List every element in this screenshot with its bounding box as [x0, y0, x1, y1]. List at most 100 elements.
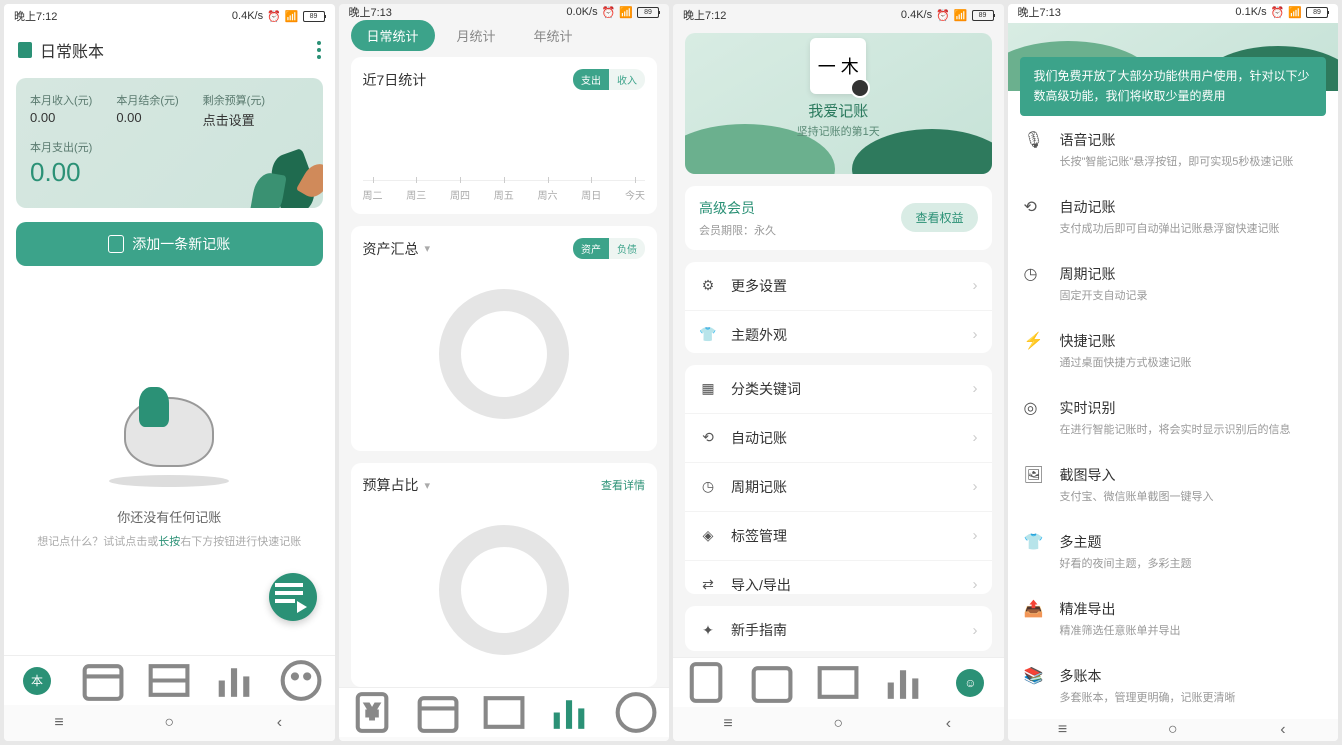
transfer-icon: ⇄ — [699, 576, 717, 594]
tab-profile[interactable] — [268, 656, 334, 705]
book-icon — [18, 42, 32, 58]
nav-recent[interactable]: ≡ — [44, 714, 74, 732]
status-time: 晚上7:13 — [349, 4, 392, 20]
tab-assets[interactable] — [471, 688, 537, 737]
menu-group-1: ⚙更多设置› 👕主题外观› — [685, 262, 992, 353]
menu-tags[interactable]: ◈标签管理› — [685, 512, 992, 561]
view-detail-link[interactable]: 查看详情 — [601, 477, 645, 493]
tab-ledger[interactable]: ¥ — [339, 688, 405, 737]
tab-calendar[interactable] — [70, 656, 136, 705]
menu-import-export[interactable]: ⇄导入/导出› — [685, 561, 992, 594]
net-speed: 0.4K/s — [232, 10, 263, 22]
tab-calendar[interactable] — [739, 658, 805, 707]
tab-year-stats[interactable]: 年统计 — [518, 20, 589, 51]
add-record-button[interactable]: 添加一条新记账 — [16, 222, 323, 266]
menu-theme[interactable]: 👕主题外观› — [685, 311, 992, 353]
export-icon: 📤 — [1024, 599, 1046, 621]
battery-icon: 89 — [303, 11, 325, 22]
topbar: 日常账本 — [4, 28, 335, 72]
tab-daily-stats[interactable]: 日常统计 — [351, 20, 435, 51]
nav-home[interactable]: ○ — [154, 714, 184, 732]
tab-ledger[interactable]: 本 — [4, 656, 70, 705]
vip-benefits-button[interactable]: 查看权益 — [901, 203, 977, 232]
clock-icon: ◷ — [699, 478, 717, 496]
chevron-down-icon[interactable]: ▾ — [425, 242, 431, 255]
tab-stats[interactable] — [202, 656, 268, 705]
tabbar: ☺ — [673, 657, 1004, 707]
status-time: 晚上7:12 — [14, 8, 57, 24]
profile-subtitle: 坚持记账的第1天 — [797, 123, 880, 139]
profile-header[interactable]: 一 木 我爱记账 坚持记账的第1天 — [685, 33, 992, 174]
screen-stats: 晚上7:13 0.0K/s⏰📶89 日常统计 月统计 年统计 近7日统计 支出 … — [339, 4, 670, 741]
feature-ocr[interactable]: ◎实时识别在进行智能记账时，将会实时显示识别后的信息 — [1022, 384, 1325, 451]
tab-stats[interactable] — [871, 658, 937, 707]
menu-group-3: ✦新手指南› — [685, 606, 992, 651]
assets-card: 资产汇总 ▾ 资产 负债 — [351, 226, 658, 451]
plant-decoration — [193, 118, 323, 208]
compass-icon: ✦ — [699, 621, 717, 639]
feature-auto[interactable]: ⟲自动记账支付成功后即可自动弹出记账悬浮窗快速记账 — [1022, 183, 1325, 250]
tab-profile[interactable]: ☺ — [937, 658, 1003, 707]
chevron-down-icon[interactable]: ▾ — [425, 479, 431, 492]
feature-screenshot[interactable]: 🖼截图导入支付宝、微信账单截图一键导入 — [1022, 451, 1325, 518]
tab-stats[interactable] — [537, 688, 603, 737]
gear-icon: ⚙ — [699, 277, 717, 295]
assets-donut-chart — [439, 289, 569, 419]
tab-month-stats[interactable]: 月统计 — [441, 20, 512, 51]
asset-debt-toggle[interactable]: 资产 负债 — [573, 238, 645, 259]
books-icon: 📚 — [1024, 666, 1046, 688]
menu-more-settings[interactable]: ⚙更多设置› — [685, 262, 992, 311]
status-bar: 晚上7:13 0.0K/s⏰📶89 — [339, 4, 670, 20]
wifi-icon: 📶 — [285, 10, 299, 23]
system-navbar: ≡○‹ — [339, 737, 670, 741]
menu-keywords[interactable]: ▦分类关键词› — [685, 365, 992, 414]
tabbar: 本 — [4, 655, 335, 705]
empty-illustration — [99, 377, 239, 487]
auto-icon: ⟲ — [699, 429, 717, 447]
clock-icon: ◷ — [1024, 264, 1046, 286]
image-icon: 🖼 — [1024, 465, 1046, 487]
balance-label: 本月结余(元) — [116, 92, 178, 108]
menu-guide[interactable]: ✦新手指南› — [685, 606, 992, 651]
expense-income-toggle[interactable]: 支出 收入 — [573, 69, 645, 90]
status-bar: 晚上7:12 0.4K/s ⏰ 📶 89 — [4, 4, 335, 28]
menu-button[interactable] — [317, 41, 321, 59]
quick-record-fab[interactable] — [269, 573, 317, 621]
card-title: 资产汇总 — [363, 239, 419, 259]
feature-export[interactable]: 📤精准导出精准筛选任意账单并导出 — [1022, 585, 1325, 652]
seven-day-card: 近7日统计 支出 收入 周二周三周四周五周六周日今天 — [351, 57, 658, 214]
system-navbar: ≡ ○ ‹ — [4, 705, 335, 741]
budget-label: 剩余预算(元) — [203, 92, 265, 108]
feature-periodic[interactable]: ◷周期记账固定开支自动记录 — [1022, 250, 1325, 317]
mic-icon: 🎙 — [1024, 130, 1046, 152]
stats-tabs: 日常统计 月统计 年统计 — [339, 20, 670, 51]
grid-icon: ▦ — [699, 380, 717, 398]
screen-vip: 晚上7:13 0.1K/s⏰📶89 ‹ 高级会员 我们免费开放了大部分功能供用户… — [1008, 4, 1339, 741]
shirt-icon: 👕 — [1024, 532, 1046, 554]
tab-profile[interactable] — [603, 688, 669, 737]
tabbar: ¥ — [339, 687, 670, 737]
summary-card[interactable]: 本月收入(元)0.00 本月结余(元)0.00 剩余预算(元)点击设置 本月支出… — [16, 78, 323, 208]
tab-assets[interactable] — [805, 658, 871, 707]
tab-ledger[interactable] — [673, 658, 739, 707]
eye-icon: ◎ — [1024, 398, 1046, 420]
vip-title: 高级会员 — [699, 198, 776, 218]
chart-x-axis: 周二周三周四周五周六周日今天 — [363, 180, 646, 202]
system-navbar: ≡○‹ — [1008, 719, 1339, 741]
feature-multibook[interactable]: 📚多账本多套账本，管理更明确，记账更清晰 — [1022, 652, 1325, 719]
avatar[interactable]: 一 木 — [810, 38, 866, 94]
auto-icon: ⟲ — [1024, 197, 1046, 219]
menu-periodic[interactable]: ◷周期记账› — [685, 463, 992, 512]
shirt-icon: 👕 — [699, 326, 717, 344]
plus-icon — [108, 235, 124, 253]
vip-subtitle: 会员期限：永久 — [699, 222, 776, 238]
feature-themes[interactable]: 👕多主题好看的夜间主题，多彩主题 — [1022, 518, 1325, 585]
tab-calendar[interactable] — [405, 688, 471, 737]
menu-auto-record[interactable]: ⟲自动记账› — [685, 414, 992, 463]
nav-back[interactable]: ‹ — [264, 714, 294, 732]
tab-assets[interactable] — [136, 656, 202, 705]
vip-card[interactable]: 高级会员 会员期限：永久 查看权益 — [685, 186, 992, 250]
screen-profile: 晚上7:12 0.4K/s⏰📶89 一 木 我爱记账 坚持记账的第1天 高级会员… — [673, 4, 1004, 741]
feature-voice[interactable]: 🎙语音记账长按"智能记账"悬浮按钮，即可实现5秒极速记账 — [1022, 116, 1325, 183]
feature-quick[interactable]: ⚡快捷记账通过桌面快捷方式极速记账 — [1022, 317, 1325, 384]
